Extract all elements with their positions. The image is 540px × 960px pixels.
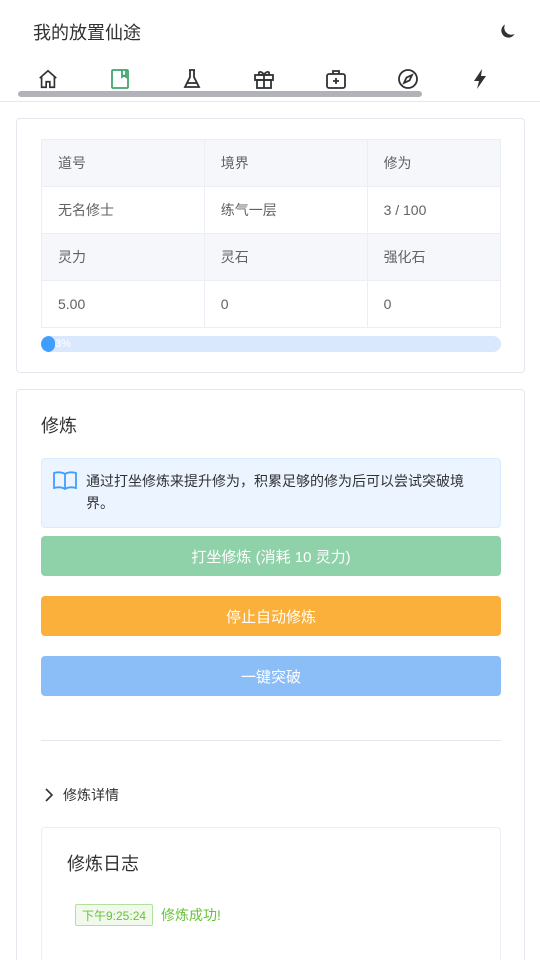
details-label: 修炼详情: [63, 787, 119, 803]
home-icon[interactable]: [33, 66, 63, 92]
book-icon[interactable]: [105, 66, 135, 92]
stat-label-cultivation: 修为: [366, 139, 502, 187]
stop-auto-cultivate-button[interactable]: 停止自动修炼: [41, 596, 501, 636]
cultivation-log: 修炼日志 下午9:25:24 修炼成功!: [41, 827, 501, 960]
table-row: 无名修士 练气一层 3 / 100: [41, 186, 502, 234]
stat-label-spirit-stones: 灵石: [203, 233, 368, 281]
breakthrough-button[interactable]: 一键突破: [41, 656, 501, 696]
stat-value-enhance-stones: 0: [366, 280, 502, 328]
stat-label-realm: 境界: [203, 139, 368, 187]
progress-label: 3%: [55, 338, 71, 350]
table-row: 道号 境界 修为: [41, 139, 502, 187]
moon-icon[interactable]: [496, 19, 520, 43]
tab-scrollbar[interactable]: [18, 91, 422, 97]
gift-icon[interactable]: [249, 66, 279, 92]
cultivation-card: 修炼 通过打坐修炼来提升修为，积累足够的修为后可以尝试突破境界。 打坐修炼 (消…: [16, 389, 525, 960]
lightning-icon[interactable]: [465, 66, 495, 92]
meditate-button[interactable]: 打坐修炼 (消耗 10 灵力): [41, 536, 501, 576]
app-header: 我的放置仙途: [0, 0, 540, 60]
stat-value-spirit-stones: 0: [203, 280, 368, 328]
medkit-icon[interactable]: [321, 66, 351, 92]
status-card: 道号 境界 修为 无名修士 练气一层 3 / 100 灵力 灵石 强化石 5.0…: [16, 118, 525, 373]
stat-value-cultivation: 3 / 100: [366, 186, 502, 234]
stat-label-enhance-stones: 强化石: [366, 233, 502, 281]
chevron-right-icon: [41, 787, 57, 803]
compass-icon[interactable]: [393, 66, 423, 92]
table-row: 灵力 灵石 强化石: [41, 233, 502, 281]
progress-fill: [41, 336, 55, 352]
log-timestamp: 下午9:25:24: [75, 904, 154, 926]
stats-table: 道号 境界 修为 无名修士 练气一层 3 / 100 灵力 灵石 强化石 5.0…: [41, 139, 502, 328]
list-item: 下午9:25:24 修炼成功!: [75, 904, 221, 926]
stat-label-spirit-power: 灵力: [41, 233, 205, 281]
stat-label-name: 道号: [41, 139, 205, 187]
cultivation-progress-bar: 3%: [41, 336, 501, 352]
stat-value-spirit-power: 5.00: [41, 280, 205, 328]
stat-value-realm: 练气一层: [203, 186, 368, 234]
info-text: 通过打坐修炼来提升修为，积累足够的修为后可以尝试突破境界。: [86, 473, 464, 511]
cultivation-details-toggle[interactable]: 修炼详情: [41, 784, 119, 806]
section-title: 修炼: [41, 416, 77, 436]
log-message: 修炼成功!: [161, 907, 221, 923]
info-alert: 通过打坐修炼来提升修为，积累足够的修为后可以尝试突破境界。: [41, 458, 501, 528]
divider: [41, 740, 501, 741]
flask-icon[interactable]: [177, 66, 207, 92]
table-row: 5.00 0 0: [41, 280, 502, 328]
app-title: 我的放置仙途: [33, 23, 141, 43]
stat-value-name: 无名修士: [41, 186, 205, 234]
log-title: 修炼日志: [67, 854, 139, 874]
open-book-icon: [52, 470, 78, 492]
